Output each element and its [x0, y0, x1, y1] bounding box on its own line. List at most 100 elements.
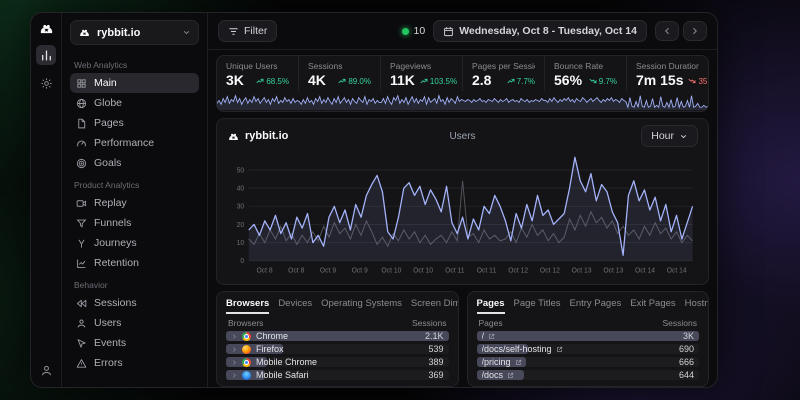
prev-period-button[interactable] [655, 21, 679, 41]
sidebar-item-main[interactable]: Main [70, 73, 199, 93]
video-icon [76, 198, 87, 209]
table-row[interactable]: Mobile Safari369 [226, 370, 449, 380]
sidebar-item-label: Funnels [94, 217, 131, 229]
external-link-icon[interactable] [488, 333, 495, 340]
chart-site-name: rybbit.io [245, 130, 288, 142]
users-line-chart[interactable]: 01020304050Oct 8Oct 8Oct 9Oct 9Oct 10Oct… [227, 147, 698, 282]
row-label: Mobile Chrome [256, 357, 317, 367]
stat-change-value: 7.7% [517, 77, 535, 86]
chartline-icon [76, 258, 87, 269]
analytics-rail-button[interactable] [36, 45, 56, 65]
svg-text:Oct 14: Oct 14 [667, 267, 687, 274]
sidebar-item-users[interactable]: Users [70, 313, 199, 333]
sidebar-item-events[interactable]: Events [70, 333, 199, 353]
filter-icon [228, 26, 239, 37]
stat-label: Session Duration [636, 61, 699, 71]
stat-bounce-rate[interactable]: Bounce Rate56%9.7% [544, 56, 626, 91]
external-link-icon[interactable] [556, 346, 563, 353]
tab-page-titles[interactable]: Page Titles [514, 298, 561, 314]
sidebar-item-label: Performance [94, 137, 154, 149]
stat-change-value: 103.5% [430, 77, 457, 86]
row-value: 539 [428, 344, 443, 354]
stat-label: Pages per Session [472, 61, 535, 71]
table-row[interactable]: /docs644 [477, 370, 700, 380]
sidebar-item-funnels[interactable]: Funnels [70, 213, 199, 233]
globe-icon [76, 98, 87, 109]
trend-up-icon [256, 77, 264, 85]
person-icon [76, 318, 87, 329]
table-row[interactable]: /docs/self-hosting690 [477, 344, 700, 354]
sidebar-item-pages[interactable]: Pages [70, 113, 199, 133]
sidebar-item-retention[interactable]: Retention [70, 253, 199, 273]
chrome-favicon-icon [242, 332, 251, 341]
calendar-icon [443, 26, 454, 37]
row-label: / [482, 331, 485, 341]
svg-text:Oct 12: Oct 12 [508, 267, 528, 274]
value-header: Sessions [412, 318, 447, 328]
file-icon [76, 118, 87, 129]
sidebar-item-label: Events [94, 337, 126, 349]
row-value: 369 [428, 370, 443, 380]
next-period-button[interactable] [683, 21, 707, 41]
table-row[interactable]: /pricing666 [477, 357, 700, 367]
settings-rail-button[interactable] [36, 73, 56, 93]
stat-session-duration[interactable]: Session Duration7m 15s35.9% [626, 56, 708, 91]
sidebar-item-label: Globe [94, 97, 122, 109]
stat-pageviews[interactable]: Pageviews11K103.5% [380, 56, 462, 91]
chevron-right-icon[interactable] [231, 372, 238, 379]
external-link-icon[interactable] [507, 372, 514, 379]
table-header: BrowsersSessions [226, 314, 449, 331]
tab-pages[interactable]: Pages [477, 298, 505, 314]
table-row[interactable]: Mobile Chrome389 [226, 357, 449, 367]
sidebar-item-errors[interactable]: Errors [70, 353, 199, 373]
external-link-icon[interactable] [515, 359, 522, 366]
row-bar [477, 331, 700, 341]
sidebar-item-label: Sessions [94, 297, 137, 309]
tab-exit-pages[interactable]: Exit Pages [630, 298, 675, 314]
stat-pages-per-session[interactable]: Pages per Session2.87.7% [462, 56, 544, 91]
sidebar-item-goals[interactable]: Goals [70, 153, 199, 173]
filter-button[interactable]: Filter [218, 20, 277, 42]
tab-screen-dimensions[interactable]: Screen Dimensions [411, 298, 459, 314]
tab-entry-pages[interactable]: Entry Pages [570, 298, 622, 314]
stat-change: 35.9% [688, 77, 709, 86]
content: Unique Users3K68.5%Sessions4K89.0%Pagevi… [208, 50, 717, 387]
trend-up-icon [507, 77, 515, 85]
panel-tabs: PagesPage TitlesEntry PagesExit PagesHos… [477, 298, 700, 314]
table-row[interactable]: Firefox539 [226, 344, 449, 354]
sidebar-item-label: Goals [94, 157, 121, 169]
nav-section-label: Web Analytics [74, 60, 195, 70]
svg-text:Oct 14: Oct 14 [635, 267, 655, 274]
sidebar-item-sessions[interactable]: Sessions [70, 293, 199, 313]
interval-dropdown[interactable]: Hour [641, 125, 698, 147]
site-selector[interactable]: rybbit.io [70, 20, 199, 45]
table-row[interactable]: Chrome2.1K [226, 331, 449, 341]
tab-browsers[interactable]: Browsers [226, 298, 269, 314]
account-rail-button[interactable] [36, 360, 56, 380]
sidebar-item-journeys[interactable]: Journeys [70, 233, 199, 253]
sidebar-item-replay[interactable]: Replay [70, 193, 199, 213]
stat-line: 11K103.5% [390, 72, 453, 88]
chevron-right-icon[interactable] [231, 346, 238, 353]
chevron-right-icon[interactable] [231, 359, 238, 366]
sidebar-item-performance[interactable]: Performance [70, 133, 199, 153]
table-row[interactable]: /3K [477, 331, 700, 341]
sidebar-item-label: Users [94, 317, 121, 329]
tab-devices[interactable]: Devices [278, 298, 312, 314]
stat-sessions[interactable]: Sessions4K89.0% [298, 56, 380, 91]
tab-operating-systems[interactable]: Operating Systems [321, 298, 402, 314]
sidebar-item-globe[interactable]: Globe [70, 93, 199, 113]
chevron-right-icon[interactable] [231, 333, 238, 340]
tab-hostnames[interactable]: Hostnames [685, 298, 709, 314]
nav-section-label: Product Analytics [74, 180, 195, 190]
live-dot-icon [402, 28, 409, 35]
date-range-button[interactable]: Wednesday, Oct 8 - Tuesday, Oct 14 [433, 20, 647, 42]
stat-unique-users[interactable]: Unique Users3K68.5% [217, 56, 298, 91]
stat-value: 56% [554, 72, 582, 88]
trend-up-icon [338, 77, 346, 85]
sidebar: rybbit.io Web Analytics Main Globe Pages Per… [62, 13, 208, 387]
mobile-chrome-favicon-icon [242, 358, 251, 367]
stat-change: 89.0% [338, 77, 371, 86]
stat-line: 3K68.5% [226, 72, 289, 88]
alert-icon [76, 358, 87, 369]
